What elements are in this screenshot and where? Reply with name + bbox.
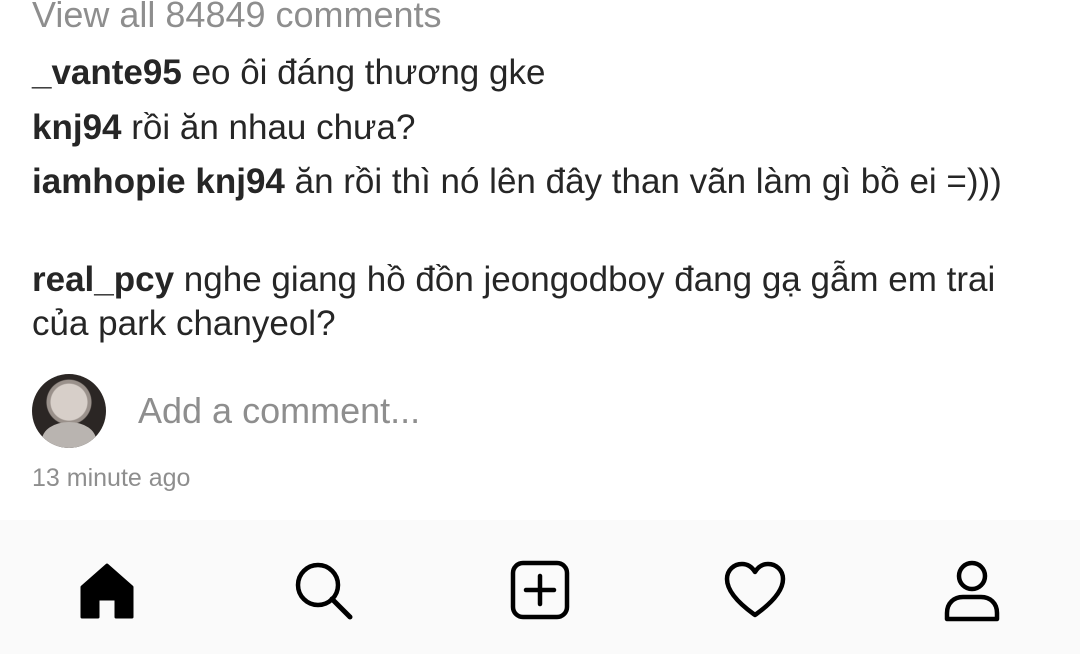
comment-text: eo ôi đáng thương gke (191, 53, 546, 92)
nav-add-post-button[interactable] (500, 550, 580, 630)
comment-item: iamhopie knj94 ăn rồi thì nó lên đây tha… (32, 160, 1052, 204)
comment-item: knj94 rồi ăn nhau chưa? (32, 106, 1052, 150)
comments-section: View all 84849 comments _vante95 eo ôi đ… (0, 0, 1080, 520)
nav-search-button[interactable] (283, 550, 363, 630)
comment-username[interactable]: _vante95 (32, 53, 182, 92)
add-post-icon (510, 560, 570, 620)
profile-icon (944, 560, 1000, 622)
comment-text: nghe giang hồ đồn jeongodboy đang gạ gẫm… (32, 260, 996, 343)
comment-mention[interactable]: knj94 (195, 162, 285, 201)
nav-home-button[interactable] (67, 550, 147, 630)
view-all-comments-link[interactable]: View all 84849 comments (32, 0, 442, 36)
comment-text: ăn rồi thì nó lên đây than vãn làm gì bồ… (294, 162, 1002, 201)
nav-profile-button[interactable] (932, 550, 1012, 630)
comment-text: rồi ăn nhau chưa? (131, 108, 416, 147)
add-comment-row (32, 374, 1032, 450)
comment-username[interactable]: knj94 (32, 108, 122, 147)
nav-activity-button[interactable] (715, 550, 795, 630)
add-comment-input[interactable] (138, 390, 938, 432)
avatar[interactable] (32, 374, 106, 448)
heart-icon (724, 561, 786, 618)
comment-username[interactable]: iamhopie (32, 162, 186, 201)
post-timestamp: 13 minute ago (32, 464, 191, 492)
bottom-navigation-bar (0, 520, 1080, 654)
comment-item: real_pcy nghe giang hồ đồn jeongodboy đa… (32, 258, 1052, 346)
search-icon (295, 562, 353, 620)
comment-username[interactable]: real_pcy (32, 260, 174, 299)
comment-item: _vante95 eo ôi đáng thương gke (32, 51, 1052, 95)
home-icon (80, 563, 134, 619)
